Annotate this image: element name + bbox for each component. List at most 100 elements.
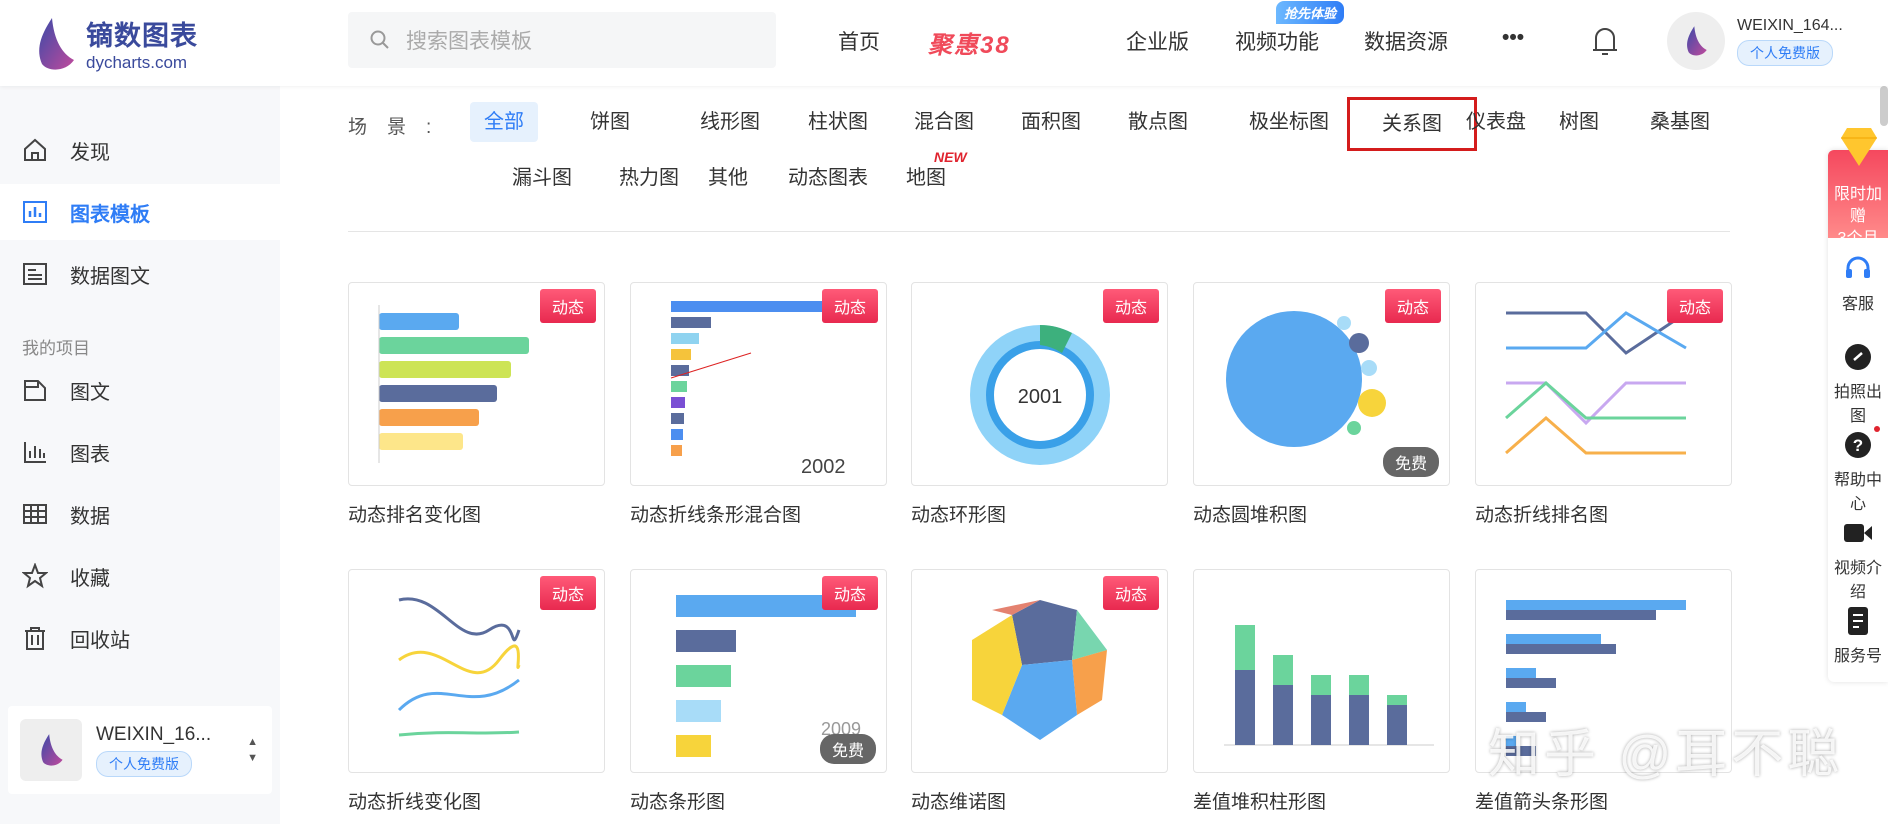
filter-tag[interactable]: 树图 [1545,102,1613,142]
folder-icon [24,380,46,401]
template-title[interactable]: 动态条形图 [630,787,887,814]
filter-tag[interactable]: 其他 [694,158,762,198]
template-card[interactable]: 动态动态折线变化图 [348,569,605,814]
search-icon [370,30,389,49]
sidebar-item-articles[interactable]: 图文 [0,362,280,418]
official-account-button[interactable]: 服务号 [1828,590,1888,678]
sidebar-item-discover[interactable]: 发现 [0,122,280,178]
help-icon: ? [1845,432,1871,458]
template-title[interactable]: 动态排名变化图 [348,500,605,527]
nav-promo[interactable]: 聚惠38 [928,25,1011,60]
template-thumbnail[interactable]: 动态 [348,569,605,773]
dynamic-badge: 动态 [821,289,878,323]
user-menu[interactable]: WEIXIN_164... 个人免费版 [1667,12,1843,70]
free-badge: 免费 [819,734,876,764]
photo-chart-button[interactable]: 拍照出图 [1828,326,1888,425]
customer-service-button[interactable]: 客服 [1828,238,1888,326]
template-card[interactable]: 动态动态维诺图 [911,569,1168,814]
table-icon [23,504,47,524]
filter-tag[interactable]: 桑基图 [1636,102,1724,142]
filter-tag[interactable]: 动态图表 [774,158,882,198]
template-thumbnail[interactable]: 动态 [1475,282,1732,486]
template-title[interactable]: 动态维诺图 [911,787,1168,814]
promo-line: 限时加赠 [1833,186,1882,225]
filter-tag[interactable]: 柱状图 [794,102,882,142]
template-thumbnail[interactable]: 2002 动态 [630,282,887,486]
template-card[interactable]: 动态 动态排名变化图 [348,282,605,527]
avatar [20,719,82,781]
filter-tag[interactable]: 散点图 [1114,102,1202,142]
headset-icon [1846,256,1870,278]
template-title[interactable]: 动态环形图 [911,500,1168,527]
logo-text: 镝数图表 [86,21,198,51]
bell-icon[interactable] [1590,24,1620,58]
logo-domain: dycharts.com [86,53,188,72]
dynamic-badge: 动态 [1102,576,1159,610]
search-placeholder: 搜索图表模板 [406,30,532,53]
filter-tag[interactable]: 面积图 [1007,102,1095,142]
home-icon [24,138,46,161]
help-center-button[interactable]: ? 帮助中心 [1828,414,1888,513]
template-thumbnail[interactable]: 动态 免费 [1193,282,1450,486]
filter-tag[interactable]: 热力图 [605,158,693,198]
sidebar-item-favorites[interactable]: 收藏 [0,548,280,604]
template-thumbnail[interactable]: 动态 [911,569,1168,773]
video-camera-icon [1844,524,1872,542]
template-card[interactable]: 2002 动态动态折线条形混合图 [630,282,887,527]
more-menu-button[interactable]: ••• [1502,26,1524,50]
filter-tag[interactable]: 极坐标图 [1235,102,1343,142]
template-card[interactable]: 动态 免费动态圆堆积图 [1193,282,1450,527]
filter-tag[interactable]: 漏斗图 [498,158,586,198]
avatar [1667,12,1725,70]
chart-template-icon [23,201,47,223]
filter-tag[interactable]: 混合图 [900,102,988,142]
nav-data-resources[interactable]: 数据资源 [1364,26,1448,56]
template-title[interactable]: 动态折线变化图 [348,787,605,814]
template-card[interactable]: 2009 动态 免费动态条形图 [630,569,887,814]
template-title[interactable]: 动态圆堆积图 [1193,500,1450,527]
template-thumbnail[interactable]: 2001 动态 [911,282,1168,486]
filter-tag[interactable]: 仪表盘 [1452,102,1540,142]
search-input[interactable]: 搜索图表模板 [348,12,776,68]
sidebar-item-chart-templates[interactable]: 图表模板 [0,184,280,240]
template-card[interactable]: 差值堆积柱形图 [1193,569,1450,814]
scrollbar[interactable] [1880,86,1888,126]
sidebar-user-card[interactable]: WEIXIN_16... 个人免费版 ▲ ▼ [8,706,272,794]
diamond-icon [1841,128,1877,166]
sidebar-item-trash[interactable]: 回收站 [0,610,280,666]
template-thumbnail[interactable]: 2009 动态 免费 [630,569,887,773]
sidebar-item-label: 回收站 [70,629,130,652]
expand-arrows-icon[interactable]: ▲ ▼ [247,734,258,766]
nav-enterprise[interactable]: 企业版 [1126,26,1189,56]
sidebar-item-data[interactable]: 数据 [0,486,280,542]
template-thumbnail[interactable]: 动态 [348,282,605,486]
template-title[interactable]: 动态折线排名图 [1475,500,1732,527]
bar-chart-icon [24,442,46,463]
template-card[interactable]: 动态 动态折线排名图 [1475,282,1732,527]
sidebar-item-label: 数据图文 [70,265,150,288]
data-article-icon [23,263,47,285]
plan-badge[interactable]: 个人免费版 [1737,39,1833,66]
filter-tag[interactable]: 饼图 [576,102,644,142]
template-title[interactable]: 差值箭头条形图 [1475,787,1732,814]
my-projects-heading: 我的项目 [22,339,90,358]
panel-label: 服务号 [1833,648,1882,665]
filter-tag[interactable]: 全部 [470,102,538,142]
sidebar-item-label: 收藏 [70,567,110,590]
notification-dot [1874,426,1880,432]
nav-home[interactable]: 首页 [838,26,880,56]
nav-video[interactable]: 视频功能 [1235,26,1319,56]
sidebar-item-data-article[interactable]: 数据图文 [0,246,280,302]
sidebar-item-charts[interactable]: 图表 [0,424,280,480]
template-title[interactable]: 差值堆积柱形图 [1193,787,1450,814]
filter-label: 场景: [348,117,452,138]
free-badge: 免费 [1382,447,1439,477]
logo[interactable]: 镝数图表 dycharts.com [32,14,198,73]
template-thumbnail[interactable] [1193,569,1450,773]
new-badge: 抢先体验 [1276,1,1345,24]
video-intro-button[interactable]: 视频介绍 [1828,502,1888,601]
filter-tag[interactable]: 线形图 [686,102,774,142]
template-card[interactable]: 2001 动态动态环形图 [911,282,1168,527]
dynamic-badge: 动态 [539,576,596,610]
template-title[interactable]: 动态折线条形混合图 [630,500,887,527]
